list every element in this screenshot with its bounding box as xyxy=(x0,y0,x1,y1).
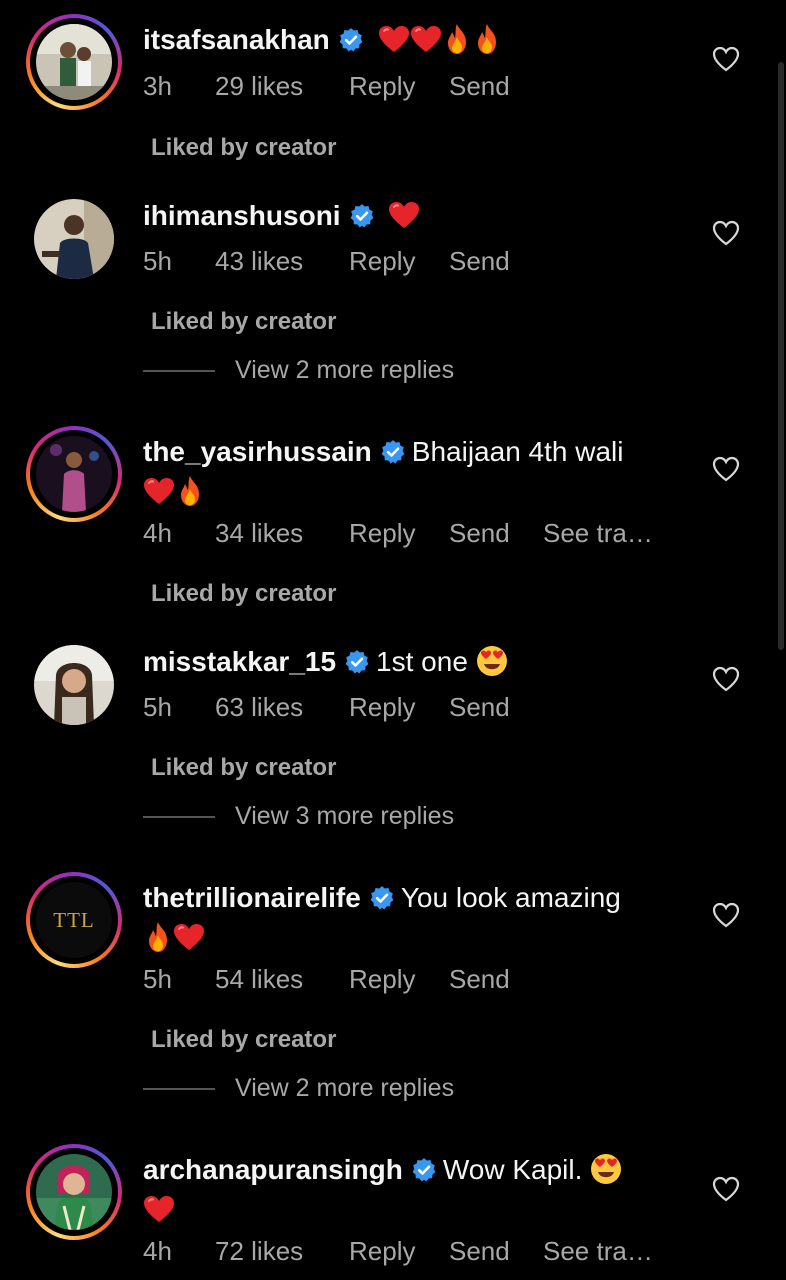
comment-time: 4h xyxy=(143,518,172,548)
fire-emoji-icon xyxy=(181,476,199,506)
liked-by-creator: Liked by creator xyxy=(151,308,337,335)
heart-like-icon[interactable] xyxy=(712,666,740,692)
send-button[interactable]: Send xyxy=(449,692,510,723)
red-heart-emoji-icon xyxy=(144,478,174,504)
likes-count[interactable]: 29 likes xyxy=(215,71,303,102)
avatar[interactable] xyxy=(34,199,114,279)
comment-time: 3h xyxy=(143,71,172,101)
red-heart-emoji-icon xyxy=(144,1196,174,1222)
send-button[interactable]: Send xyxy=(449,71,510,102)
comment-body: ihimanshusoni xyxy=(143,196,663,236)
avatar[interactable] xyxy=(36,24,112,100)
comment-body: misstakkar_15 1st one xyxy=(143,642,663,682)
liked-by-creator: Liked by creator xyxy=(151,1026,337,1053)
heart-like-icon[interactable] xyxy=(712,46,740,72)
likes-count[interactable]: 54 likes xyxy=(215,964,303,995)
reply-button[interactable]: Reply xyxy=(349,71,415,102)
reply-button[interactable]: Reply xyxy=(349,1236,415,1267)
comment-body: itsafsanakhan xyxy=(143,20,663,60)
liked-by-creator: Liked by creator xyxy=(151,134,337,161)
scrollbar[interactable] xyxy=(778,62,784,650)
send-button[interactable]: Send xyxy=(449,518,510,549)
comment-text: 1st one xyxy=(376,646,468,677)
likes-count[interactable]: 72 likes xyxy=(215,1236,303,1267)
red-heart-emoji-icon xyxy=(389,202,420,228)
username[interactable]: itsafsanakhan xyxy=(143,24,330,55)
reply-button[interactable]: Reply xyxy=(349,964,415,995)
heart-like-icon[interactable] xyxy=(712,902,740,928)
comment-time: 4h xyxy=(143,1236,172,1266)
comment-time: 5h xyxy=(143,246,172,276)
send-button[interactable]: Send xyxy=(449,246,510,277)
comment-text: Wow Kapil. xyxy=(442,1154,583,1185)
verified-badge-icon xyxy=(370,886,394,910)
heart-eyes-emoji-icon xyxy=(591,1154,622,1184)
likes-count[interactable]: 43 likes xyxy=(215,246,303,277)
fire-emoji-icon xyxy=(149,922,167,952)
username[interactable]: ihimanshusoni xyxy=(143,200,341,231)
liked-by-creator: Liked by creator xyxy=(151,580,337,607)
red-heart-emoji-icon xyxy=(378,26,409,52)
see-translation-button[interactable]: See tra… xyxy=(543,1236,653,1267)
divider xyxy=(143,370,215,372)
view-more-replies[interactable]: View 2 more replies xyxy=(143,1074,543,1104)
verified-badge-icon xyxy=(345,650,369,674)
send-button[interactable]: Send xyxy=(449,1236,510,1267)
comment-time: 5h xyxy=(143,692,172,722)
verified-badge-icon xyxy=(412,1158,436,1182)
fire-emoji-icon xyxy=(477,24,496,54)
see-translation-button[interactable]: See tra… xyxy=(543,518,653,549)
reply-button[interactable]: Reply xyxy=(349,692,415,723)
divider xyxy=(143,1088,215,1090)
likes-count[interactable]: 34 likes xyxy=(215,518,303,549)
username[interactable]: the_yasirhussain xyxy=(143,436,372,467)
fire-emoji-icon xyxy=(447,24,466,54)
verified-badge-icon xyxy=(339,28,363,52)
reply-button[interactable]: Reply xyxy=(349,246,415,277)
likes-count[interactable]: 63 likes xyxy=(215,692,303,723)
avatar[interactable] xyxy=(36,436,112,512)
verified-badge-icon xyxy=(350,204,373,228)
view-more-replies-label[interactable]: View 2 more replies xyxy=(235,356,454,385)
heart-like-icon[interactable] xyxy=(712,220,740,246)
verified-badge-icon xyxy=(381,440,405,464)
username[interactable]: misstakkar_15 xyxy=(143,646,336,677)
view-more-replies-label[interactable]: View 2 more replies xyxy=(235,1074,454,1103)
divider xyxy=(143,816,215,818)
view-more-replies[interactable]: View 3 more replies xyxy=(143,802,543,832)
comment-body: thetrillionairelife You look amazing xyxy=(143,878,663,958)
comment-text: You look amazing xyxy=(400,882,621,913)
comment-body: the_yasirhussain Bhaijaan 4th wali xyxy=(143,432,663,512)
red-heart-emoji-icon xyxy=(174,924,204,950)
send-button[interactable]: Send xyxy=(449,964,510,995)
view-more-replies-label[interactable]: View 3 more replies xyxy=(235,802,454,831)
username[interactable]: thetrillionairelife xyxy=(143,882,361,913)
view-more-replies[interactable]: View 2 more replies xyxy=(143,356,543,386)
heart-eyes-emoji-icon xyxy=(476,646,507,676)
ttl-logo-avatar[interactable]: TTL xyxy=(36,882,112,958)
avatar[interactable] xyxy=(36,1154,112,1230)
reply-button[interactable]: Reply xyxy=(349,518,415,549)
red-heart-emoji-icon xyxy=(410,26,441,52)
liked-by-creator: Liked by creator xyxy=(151,754,337,781)
comment-text: Bhaijaan 4th wali xyxy=(411,436,624,467)
heart-like-icon[interactable] xyxy=(712,1176,740,1202)
comment-time: 5h xyxy=(143,964,172,994)
heart-like-icon[interactable] xyxy=(712,456,740,482)
comment-body: archanapuransingh Wow Kapil. xyxy=(143,1150,663,1230)
username[interactable]: archanapuransingh xyxy=(143,1154,403,1185)
avatar[interactable] xyxy=(34,645,114,725)
